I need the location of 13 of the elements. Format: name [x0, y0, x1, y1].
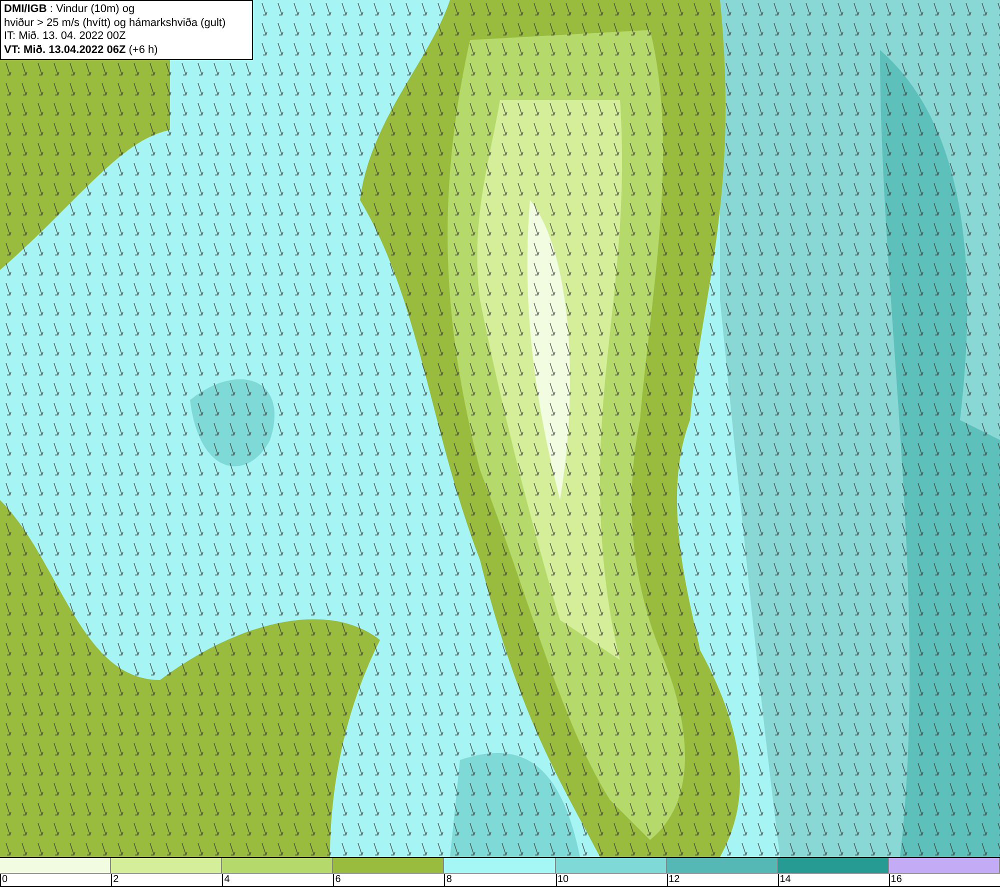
scale-label: 16	[888, 874, 902, 886]
scale-label: 2	[111, 874, 119, 886]
scale-label: 12	[666, 874, 680, 886]
scale-label: 14	[778, 874, 791, 886]
info-text: IT: Mið. 13. 04. 2022 00Z	[4, 30, 127, 44]
scale-label: 8	[444, 874, 452, 886]
info-text: hviður > 25 m/s (hvítt) og hámarkshviða (gult)	[4, 16, 227, 30]
scale-label: 0	[0, 874, 8, 886]
scale-label: 4	[222, 874, 230, 886]
info-text: DMI/IGB : Vindur (10m) og	[4, 3, 136, 16]
info-text: VT: Mið. 13.04.2022 06Z (+6 h)	[4, 44, 159, 57]
scale-label: 10	[556, 874, 569, 886]
scale-label: 6	[333, 874, 341, 886]
